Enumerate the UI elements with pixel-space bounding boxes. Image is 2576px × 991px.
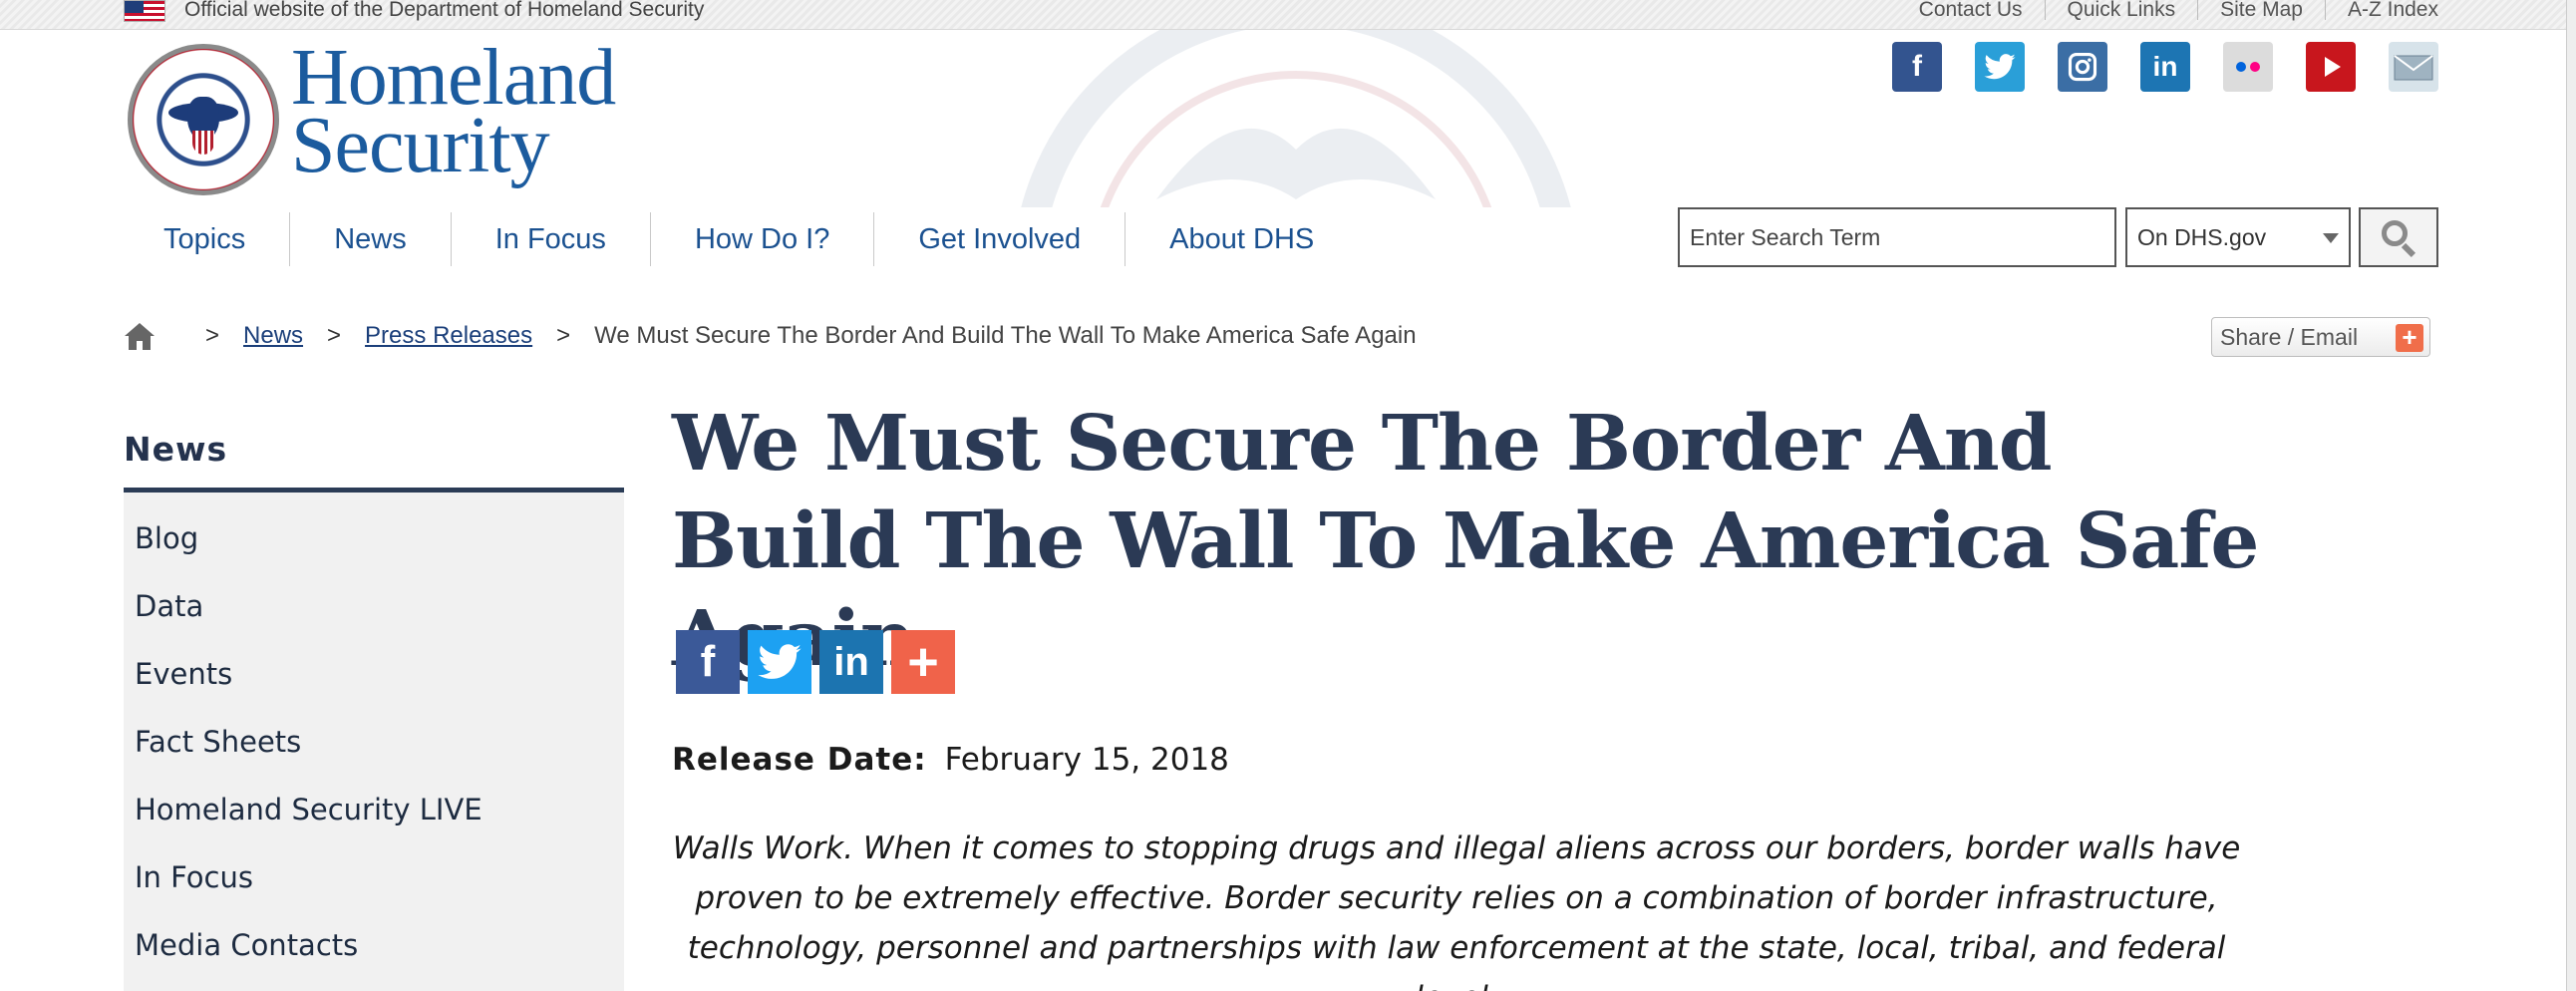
breadcrumb-separator: > [556,322,571,349]
article-share-bar: f in + [676,630,955,694]
share-email-button[interactable]: Share / Email + [2211,317,2430,357]
release-date-value: February 15, 2018 [944,742,1229,778]
sidebar-title: News [124,419,624,493]
share-facebook-icon[interactable]: f [676,630,740,694]
search-input[interactable] [1678,207,2116,267]
instagram-icon[interactable] [2058,42,2107,92]
nav-news[interactable]: News [289,212,451,266]
utility-links: Contact Us Quick Links Site Map A-Z Inde… [1897,0,2438,20]
site-map-link[interactable]: Site Map [2197,0,2325,20]
search-button[interactable] [2359,207,2438,267]
plus-icon: + [2396,324,2423,352]
email-icon[interactable] [2389,42,2438,92]
brand-line-2: Security [291,102,550,189]
breadcrumb-news[interactable]: News [243,322,303,350]
quick-links-link[interactable]: Quick Links [2044,0,2198,20]
youtube-icon[interactable] [2306,42,2356,92]
nav-about-dhs[interactable]: About DHS [1125,212,1358,266]
home-icon[interactable] [124,321,156,351]
search-scope-value: On DHS.gov [2137,224,2267,250]
seal-watermark [1021,30,1571,207]
nav-get-involved[interactable]: Get Involved [873,212,1125,266]
sidebar-item-fact-sheets[interactable]: Fact Sheets [124,708,624,776]
share-more-plus-icon[interactable]: + [891,630,955,694]
us-flag-icon [124,0,165,22]
chevron-down-icon [2323,233,2339,243]
social-links: f in [1892,42,2438,92]
article-lede: Walls Work. When it comes to stopping dr… [672,830,2241,991]
homeland-security-wordmark[interactable]: Homeland Security [291,38,616,189]
flickr-icon[interactable] [2223,42,2273,92]
news-sidebar: News Blog Data Events Fact Sheets Homela… [124,419,624,991]
share-linkedin-icon[interactable]: in [819,630,883,694]
share-email-label: Share / Email [2220,323,2359,350]
breadcrumb-separator: > [327,322,342,349]
sidebar-item-media-contacts[interactable]: Media Contacts [124,911,624,979]
twitter-icon[interactable] [1975,42,2025,92]
facebook-icon[interactable]: f [1892,42,1942,92]
sidebar-item-data[interactable]: Data [124,572,624,640]
main-navigation: Topics News In Focus How Do I? Get Invol… [128,209,1358,269]
release-date: Release Date: February 15, 2018 [672,742,1229,778]
a-z-index-link[interactable]: A-Z Index [2324,0,2438,20]
sidebar-item-in-focus[interactable]: In Focus [124,843,624,911]
search-scope-select[interactable]: On DHS.gov [2125,207,2351,267]
sidebar-item-homeland-security-live[interactable]: Homeland Security LIVE [124,776,624,843]
contact-us-link[interactable]: Contact Us [1897,0,2045,20]
breadcrumb: > News > Press Releases > We Must Secure… [124,321,1417,351]
breadcrumb-press-releases[interactable]: Press Releases [365,322,532,350]
breadcrumb-separator: > [205,322,220,349]
sidebar-menu: Blog Data Events Fact Sheets Homeland Se… [124,493,624,991]
nav-in-focus[interactable]: In Focus [450,212,650,266]
nav-how-do-i[interactable]: How Do I? [649,212,873,266]
sidebar-item-events[interactable]: Events [124,640,624,708]
release-date-label: Release Date: [672,742,927,778]
dhs-seal-logo[interactable] [128,44,279,195]
share-twitter-icon[interactable] [748,630,811,694]
nav-topics[interactable]: Topics [128,212,289,266]
linkedin-icon[interactable]: in [2140,42,2190,92]
utility-bar: Official website of the Department of Ho… [0,0,2576,30]
adjacent-window-edge [2566,0,2576,991]
official-website-text: Official website of the Department of Ho… [184,0,705,21]
search-icon [2382,220,2416,258]
breadcrumb-current: We Must Secure The Border And Build The … [594,322,1417,349]
sidebar-item-blog[interactable]: Blog [124,504,624,572]
